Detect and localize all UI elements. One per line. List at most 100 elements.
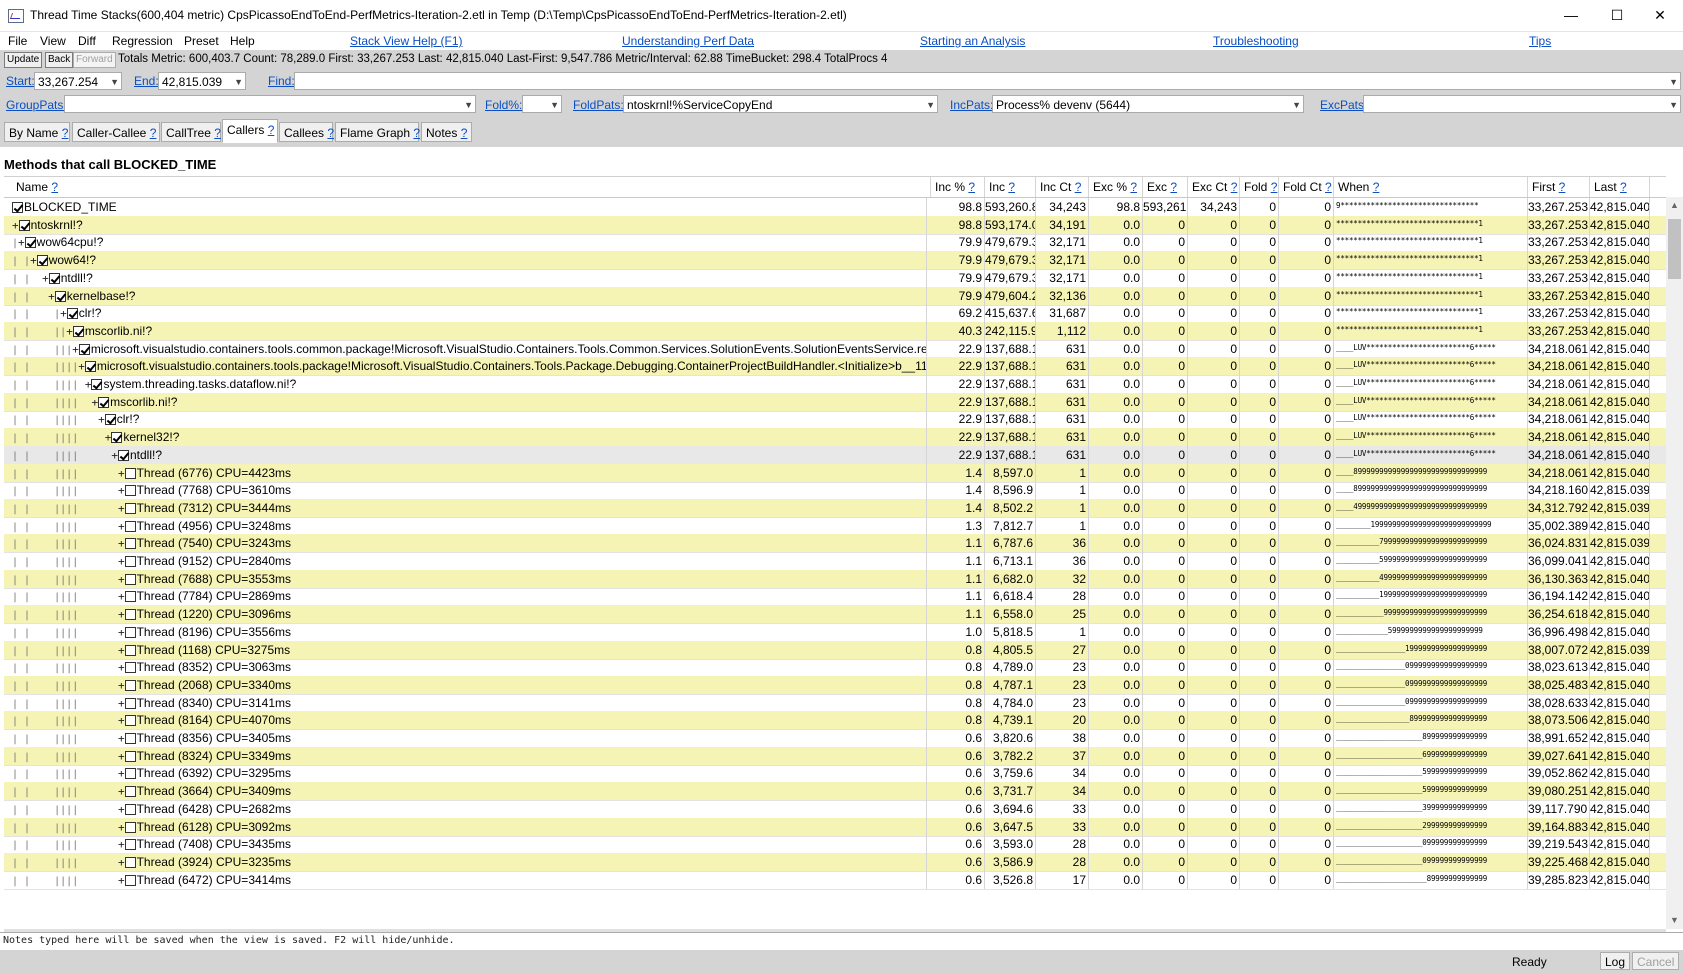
help-link[interactable]: ? [1231,180,1238,194]
name-cell[interactable]: | | |||| + Thread (6128) CPU=3092ms [4,817,927,836]
help-link[interactable]: ? [327,126,334,140]
table-row[interactable]: | | |||| + Thread (6128) CPU=3092ms 0.6 3,6… [4,817,1666,837]
expand-icon[interactable]: + [78,838,125,851]
name-cell[interactable]: | | |||| + Thread (1168) CPU=3275ms [4,640,927,659]
table-row[interactable]: BLOCKED_TIME 98.8 593,260.8 34,243 98.8 593,2… [4,198,1666,217]
table-row[interactable]: | | |||| + Thread (6472) CPU=3414ms 0.6 3,5… [4,870,1666,890]
expand-icon[interactable]: + [12,219,19,232]
chevron-down-icon[interactable]: ▼ [550,96,559,112]
exc-column-header[interactable]: Exc ? [1143,177,1188,197]
name-cell[interactable]: | | |||| + Thread (7768) CPU=3610ms [4,481,927,500]
name-cell[interactable]: | | + kernelbase!? [4,286,927,305]
table-row[interactable]: | | |||| + Thread (8356) CPU=3405ms 0.6 3,8… [4,729,1666,748]
tab-calltree[interactable]: CallTree ? [161,122,221,142]
expand-icon[interactable]: + [30,254,37,267]
checkbox-icon[interactable] [124,803,136,815]
name-cell[interactable]: | | |||+ microsoft.visualstudio.container… [4,339,927,358]
update-button[interactable]: Update [4,52,43,68]
chevron-down-icon[interactable]: ▼ [234,73,243,89]
expand-icon[interactable]: + [78,821,125,834]
help-link[interactable]: ? [214,126,221,140]
back-button[interactable]: Back [45,52,74,68]
checkbox-icon[interactable] [124,591,136,603]
expand-icon[interactable]: + [78,661,125,674]
link-tips[interactable]: Tips [1529,34,1551,48]
expand-icon[interactable]: + [78,449,118,462]
name-cell[interactable]: | | ||||+ microsoft.visualstudio.containe… [4,357,927,376]
table-row[interactable]: | | |||| + Thread (8164) CPU=4070ms 0.8 4,7… [4,711,1666,731]
expand-icon[interactable]: + [78,803,125,816]
excpats-label[interactable]: ExcPats: [1320,98,1367,112]
help-link[interactable]: ? [1170,180,1177,194]
table-row[interactable]: | | |||| + mscorlib.ni!? 22.9 137,688.1 631 0… [4,392,1666,412]
name-cell[interactable]: | | |||| + Thread (7784) CPU=2869ms [4,587,927,606]
end-label[interactable]: End: [134,74,159,88]
scroll-down-icon[interactable]: ▼ [1666,912,1683,929]
expand-icon[interactable]: + [78,750,125,763]
table-row[interactable]: | | |||| + Thread (8324) CPU=3349ms 0.6 3,7… [4,746,1666,766]
grouppats-input[interactable]: ▼ [64,95,476,113]
expand-icon[interactable]: + [78,378,92,391]
end-input[interactable]: 42,815.039 ▼ [158,72,246,90]
name-cell[interactable]: | |+ wow64!? [4,251,927,270]
minimize-button[interactable]: — [1548,0,1594,31]
help-link[interactable]: ? [461,126,468,140]
expand-icon[interactable]: + [48,290,55,303]
checkbox-icon[interactable] [91,379,103,390]
table-row[interactable]: | | ||+ mscorlib.ni!? 40.3 242,115.9 1,112 0.… [4,321,1666,341]
fold-input[interactable]: ▼ [522,95,562,113]
name-cell[interactable]: | | + ntdll!? [4,268,927,287]
name-cell[interactable]: | | |||| + Thread (3664) CPU=3409ms [4,782,927,801]
table-row[interactable]: | | + ntdll!? 79.9 479,679.3 32,171 0.0 0 0 0 0 **… [4,268,1666,288]
grouppats-label[interactable]: GroupPats: [6,98,67,112]
name-cell[interactable]: | | |||| + ntdll!? [4,445,927,464]
name-cell[interactable]: | | |||| + mscorlib.ni!? [4,392,927,411]
help-link[interactable]: ? [1075,180,1082,194]
checkbox-icon[interactable] [24,237,36,249]
table-row[interactable]: | | |||| + Thread (6392) CPU=3295ms 0.6 3,7… [4,764,1666,784]
checkbox-icon[interactable] [36,255,48,267]
foldpats-label[interactable]: FoldPats: [573,98,624,112]
name-cell[interactable]: |+ wow64cpu!? [4,233,927,252]
expand-icon[interactable]: + [78,626,125,639]
incpats-label[interactable]: IncPats: [950,98,993,112]
table-row[interactable]: | | ||||+ microsoft.visualstudio.containe… [4,357,1666,377]
exc-count-column-header[interactable]: Exc Ct ? [1188,177,1240,197]
chevron-down-icon[interactable]: ▼ [110,73,119,89]
checkbox-icon[interactable] [78,343,90,355]
help-link[interactable]: ? [1008,180,1015,194]
name-cell[interactable]: | | |||| + Thread (4956) CPU=3248ms [4,516,927,535]
table-row[interactable]: | | |||| + Thread (7408) CPU=3435ms 0.6 3,5… [4,835,1666,855]
help-link[interactable]: ? [1559,180,1566,194]
table-row[interactable]: | | |||| + Thread (8340) CPU=3141ms 0.8 4,7… [4,693,1666,713]
name-cell[interactable]: | | |||| + Thread (3924) CPU=3235ms [4,852,927,871]
expand-icon[interactable]: + [78,484,125,497]
checkbox-icon[interactable] [124,856,136,868]
expand-icon[interactable]: + [78,573,125,586]
name-cell[interactable]: | | |||| + Thread (7312) CPU=3444ms [4,498,927,517]
checkbox-icon[interactable] [18,219,30,231]
close-button[interactable]: ✕ [1637,0,1683,31]
checkbox-icon[interactable] [84,361,96,373]
checkbox-icon[interactable] [124,679,136,691]
name-cell[interactable]: | | |||| + Thread (8340) CPU=3141ms [4,693,927,712]
name-cell[interactable]: | | |||| + Thread (6428) CPU=2682ms [4,799,927,818]
link-understanding-perf-data[interactable]: Understanding Perf Data [622,34,754,48]
expand-icon[interactable]: + [78,431,112,444]
expand-icon[interactable]: + [72,343,79,356]
expand-icon[interactable]: + [78,537,125,550]
name-cell[interactable]: | | |+ clr!? [4,304,927,323]
name-cell[interactable]: | | |||| + Thread (6472) CPU=3414ms [4,870,927,889]
checkbox-icon[interactable] [124,644,136,656]
find-label[interactable]: Find: [268,74,295,88]
menu-regression[interactable]: Regression [112,34,173,48]
chevron-down-icon[interactable]: ▼ [1669,73,1678,89]
checkbox-icon[interactable] [124,786,136,798]
expand-icon[interactable]: + [78,467,125,480]
expand-icon[interactable]: + [78,856,125,869]
expand-icon[interactable]: + [78,644,125,657]
checkbox-icon[interactable] [124,821,136,833]
checkbox-icon[interactable] [124,502,136,514]
checkbox-icon[interactable] [124,538,136,550]
checkbox-icon[interactable] [124,556,136,567]
